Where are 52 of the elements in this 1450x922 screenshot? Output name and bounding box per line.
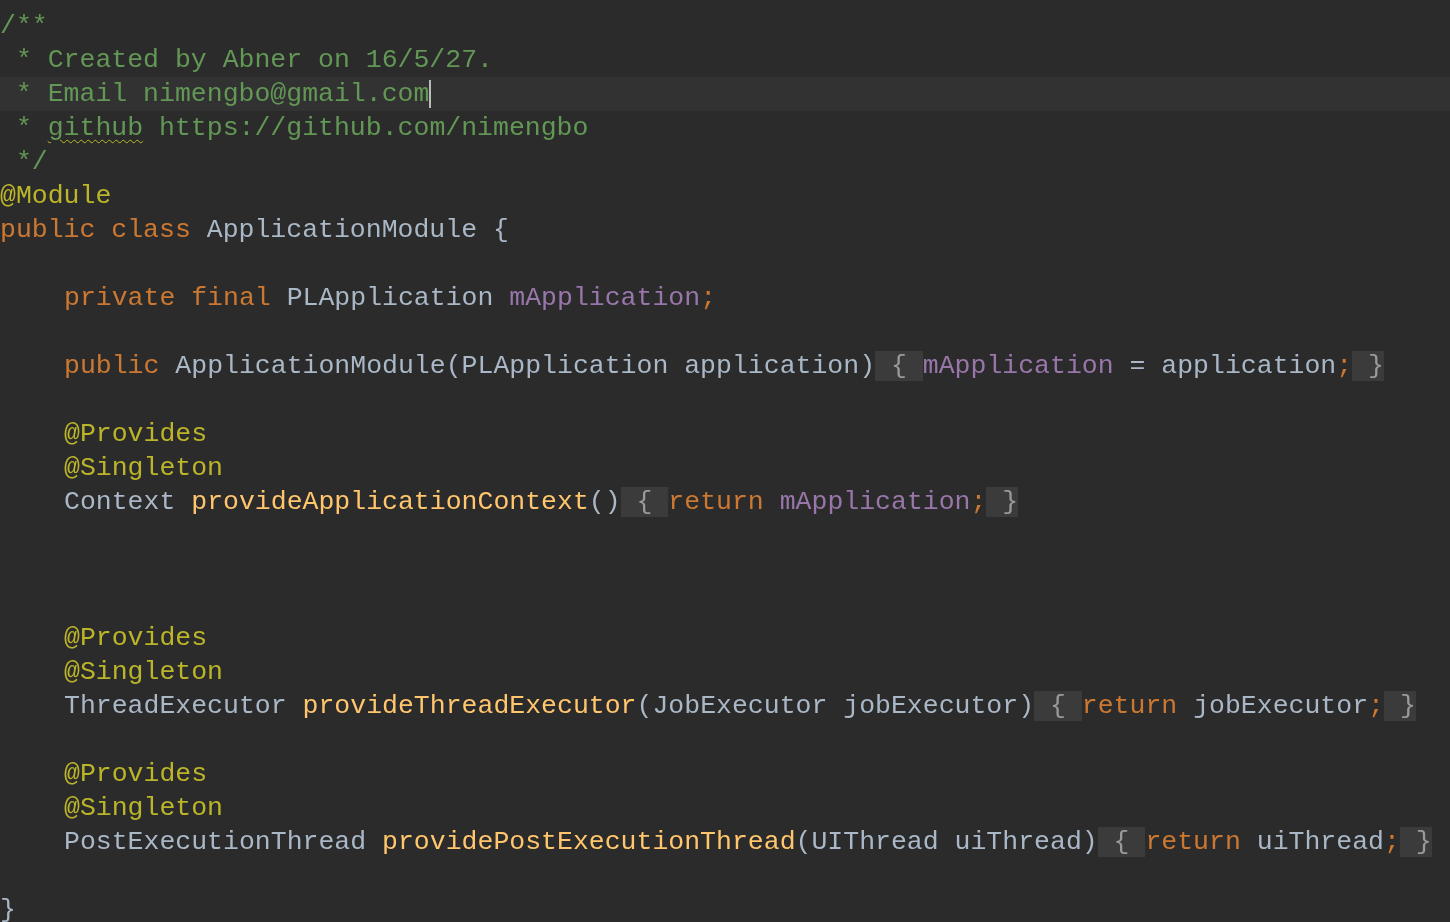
field-name: mApplication [779,487,971,517]
comment-text: https://github.com/nimengbo [158,113,589,143]
annotation: @Singleton [64,793,224,823]
code-text: ApplicationModule(PLApplication application) [175,351,876,381]
folded-code-block[interactable]: } [986,487,1019,517]
code-text: uiThread [1256,827,1384,857]
code-text: () [588,487,621,517]
annotation: @Provides [64,623,208,653]
folded-code-block[interactable]: { [1034,691,1082,721]
annotation: @Provides [64,419,208,449]
annotation: @Provides [64,759,208,789]
method-name: providePostExecutionThread [382,827,796,857]
folded-code-block[interactable]: } [1352,351,1384,381]
folded-code-block[interactable]: { [620,487,669,517]
code-text: PLApplication [286,283,495,313]
folded-code-block[interactable]: } [1384,691,1416,721]
misspelled-word: github [47,113,144,143]
code-text: ApplicationModule { [206,215,509,245]
comment-text: * Created by Abner on 16/5/27. [14,45,493,75]
keyword: ; [700,283,717,313]
keyword: ; [1336,351,1353,381]
code-text: PostExecutionThread [64,827,368,857]
code-text: jobExecutor [1193,691,1369,721]
keyword: ; [1368,691,1384,721]
code-text: ThreadExecutor [64,691,288,721]
annotation: @Singleton [64,453,224,483]
comment-text: */ [14,147,48,177]
code-text: } [0,895,16,922]
method-name: provideApplicationContext [191,487,589,517]
keyword: public [64,351,161,381]
keyword: return [1145,827,1242,857]
annotation: @Module [0,181,112,211]
code-text: = application [1128,351,1337,381]
keyword: public class [0,215,192,245]
code-text: Context [64,487,177,517]
field-name: mApplication [922,351,1114,381]
code-text: (UIThread uiThread) [795,827,1098,857]
annotation: @Singleton [64,657,224,687]
comment-text: * Email nimengbo@gmail.com [14,79,430,109]
field-name: mApplication [509,283,701,313]
keyword: ; [970,487,987,517]
folded-code-block[interactable]: { [875,351,923,381]
folded-code-block[interactable]: } [1399,827,1432,857]
method-name: provideThreadExecutor [302,691,637,721]
code-text: (JobExecutor jobExecutor) [636,691,1035,721]
comment-text: * [14,113,33,143]
keyword: return [1081,691,1179,721]
folded-code-block[interactable]: { [1097,827,1146,857]
comment-text: /** [0,11,48,41]
keyword: ; [1383,827,1400,857]
keyword: private final [64,283,272,313]
keyword: return [668,487,765,517]
